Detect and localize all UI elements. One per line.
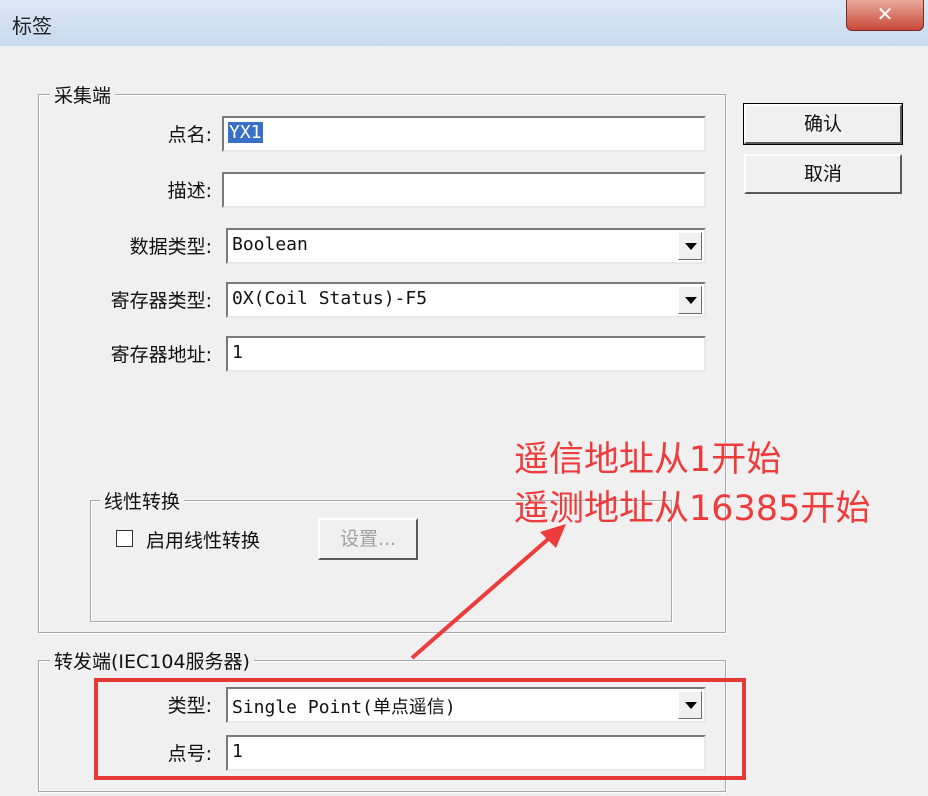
dialog-body: 采集端 点名: YX1 描述: 数据类型: Boolean 寄存器类型: 0X(… — [0, 46, 928, 796]
annotation-arrow — [410, 524, 566, 660]
window-title: 标签 — [12, 14, 52, 38]
close-button[interactable]: ✕ — [846, 0, 924, 31]
title-bar: 标签 ✕ — [0, 0, 928, 47]
close-icon: ✕ — [876, 2, 894, 26]
